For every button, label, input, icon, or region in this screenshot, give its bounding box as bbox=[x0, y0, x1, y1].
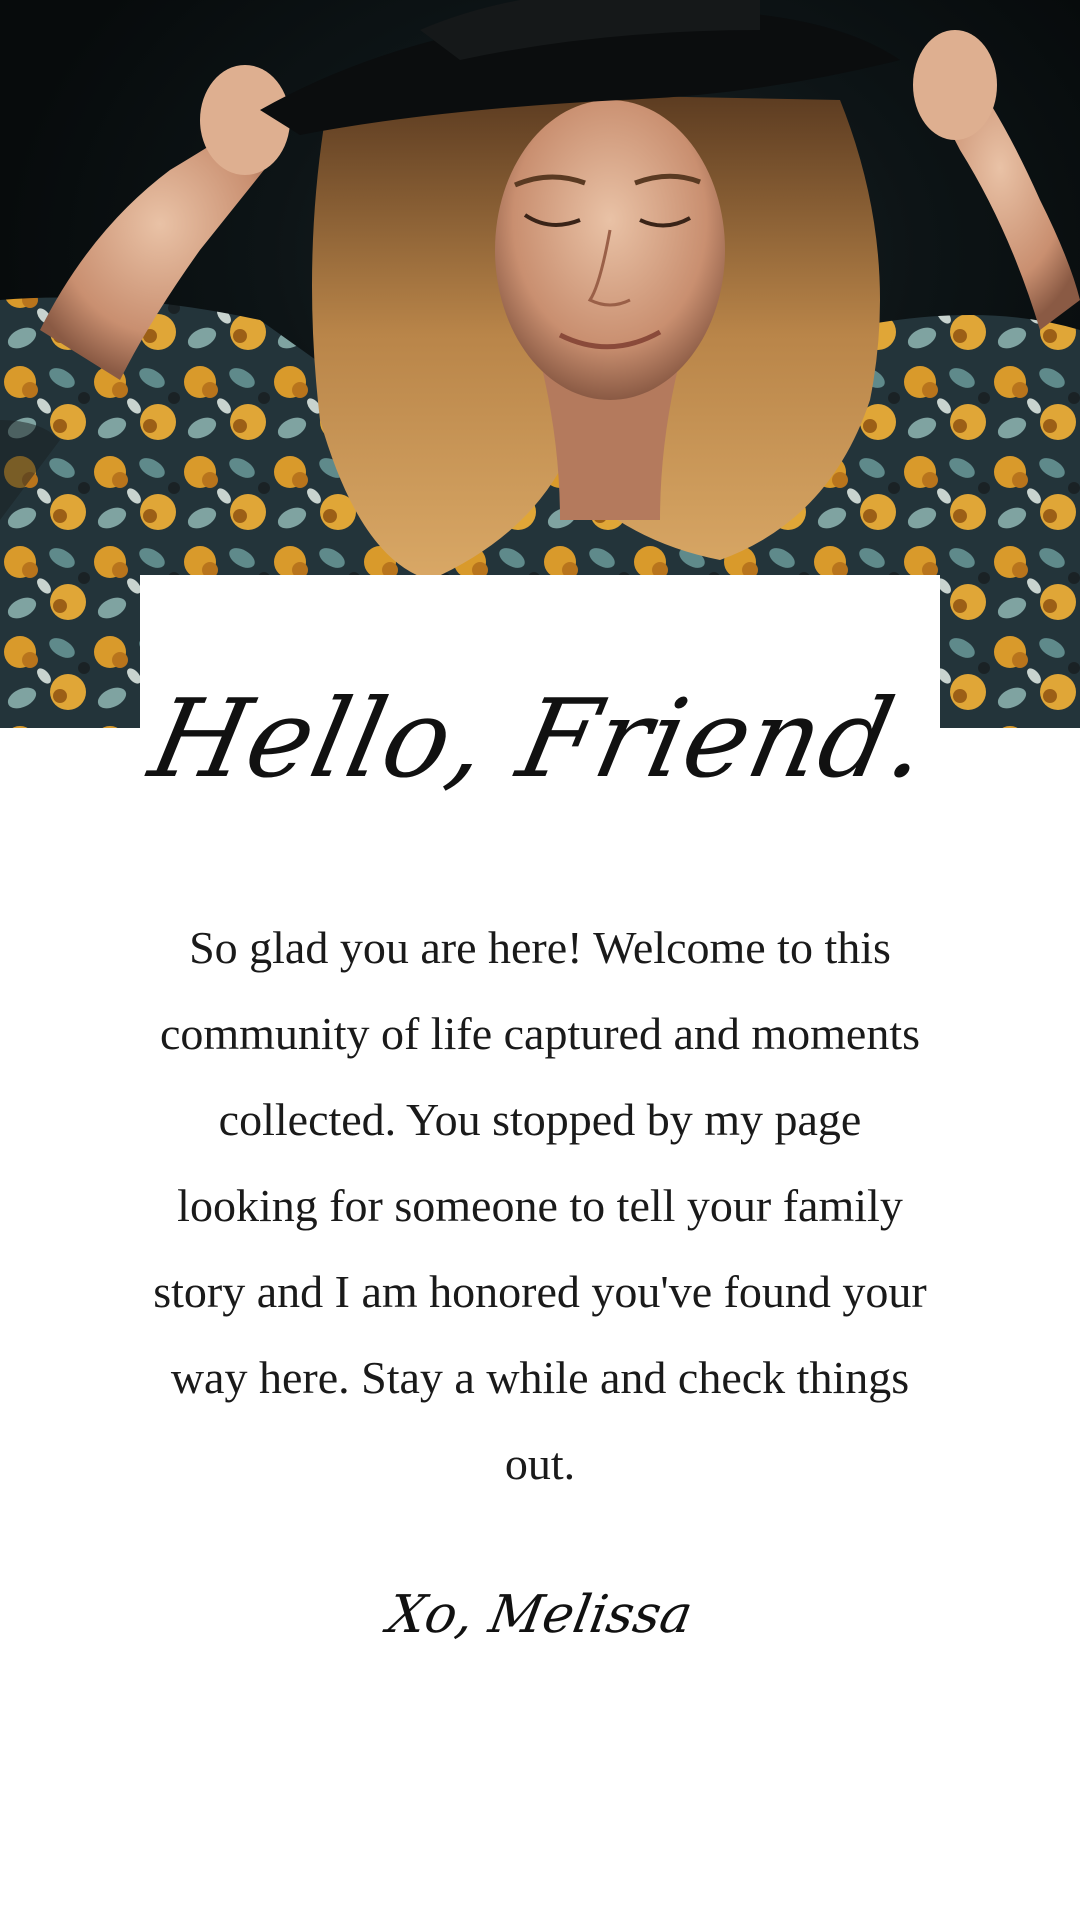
welcome-card: Hello, Friend. So glad you are here! Wel… bbox=[140, 575, 940, 1775]
greeting-heading: Hello, Friend. bbox=[140, 677, 940, 802]
intro-paragraph: So glad you are here! Welcome to this co… bbox=[153, 922, 927, 1489]
signature: Xo, Melissa bbox=[383, 1585, 697, 1645]
